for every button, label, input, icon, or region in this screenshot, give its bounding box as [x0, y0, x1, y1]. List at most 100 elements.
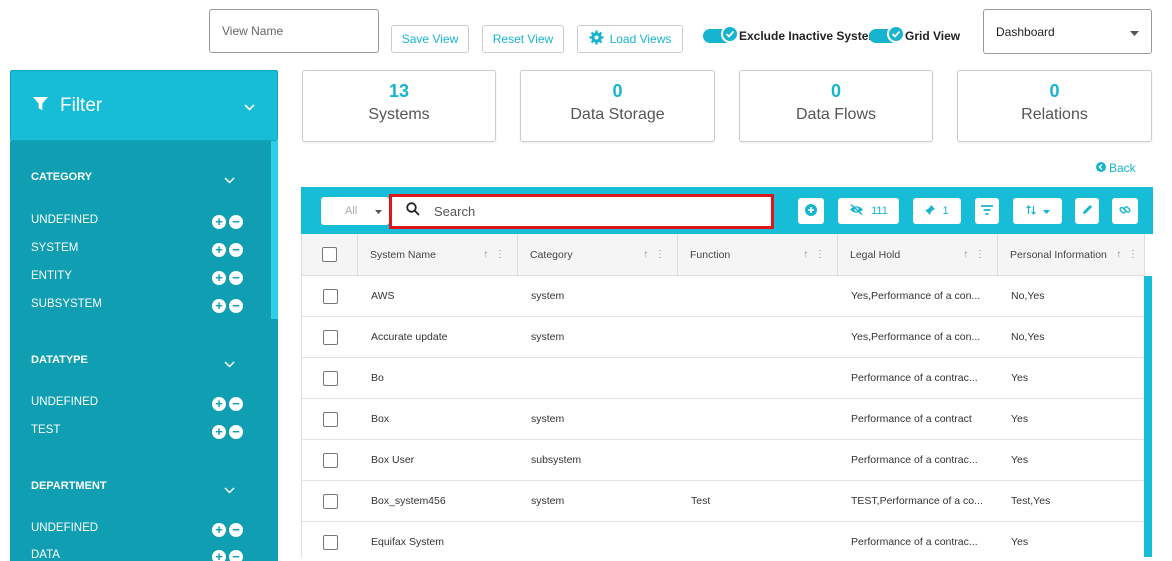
column-header-system-name[interactable]: System Name ↑ ⋮	[358, 234, 518, 275]
stat-card-data-flows[interactable]: 0 Data Flows	[739, 70, 933, 142]
plus-icon[interactable]: +	[212, 397, 226, 411]
legal-hold-cell: Yes,Performance of a con...	[851, 331, 981, 343]
reset-view-button[interactable]: Reset View	[482, 25, 564, 53]
function-cell	[678, 399, 838, 439]
minus-icon[interactable]: −	[229, 523, 243, 537]
plus-icon[interactable]: +	[212, 550, 226, 561]
stat-value: 0	[612, 81, 623, 101]
search-input[interactable]	[434, 204, 734, 219]
legal-hold-cell: Performance of a contract	[851, 413, 972, 425]
load-views-label: Load Views	[609, 32, 672, 46]
table-row[interactable]: Accurate update system Yes,Performance of …	[302, 317, 1145, 358]
gear-icon	[589, 30, 604, 48]
exclude-inactive-label: Exclude Inactive Systems	[739, 29, 886, 43]
grid-view-toggle[interactable]: Grid View	[869, 25, 960, 43]
scope-select[interactable]: All	[321, 197, 389, 225]
select-all-checkbox[interactable]	[322, 247, 337, 262]
plus-icon[interactable]: +	[212, 243, 226, 257]
table-row[interactable]: AWS system Yes,Performance of a con... No,Y…	[302, 276, 1145, 317]
link-button[interactable]	[1112, 198, 1138, 224]
chevron-down-icon[interactable]	[224, 173, 235, 187]
system-name-cell: Box	[371, 413, 390, 425]
plus-icon[interactable]: +	[212, 523, 226, 537]
column-header-label: Personal Information	[1010, 248, 1107, 261]
minus-icon[interactable]: −	[229, 215, 243, 229]
section-title-department: DEPARTMENT	[31, 480, 107, 492]
row-checkbox[interactable]	[322, 452, 338, 468]
search-box[interactable]	[389, 194, 774, 229]
table-row[interactable]: Equifax System Performance of a contrac..…	[302, 522, 1145, 557]
filter-lines-icon	[981, 204, 993, 218]
plus-icon[interactable]: +	[212, 215, 226, 229]
stat-card-systems[interactable]: 13 Systems	[302, 70, 496, 142]
minus-icon[interactable]: −	[229, 243, 243, 257]
row-checkbox[interactable]	[322, 534, 338, 550]
sort-menu-icon[interactable]: ↑ ⋮	[963, 249, 987, 260]
pinned-count: 1	[942, 205, 949, 217]
stat-card-data-storage[interactable]: 0 Data Storage	[520, 70, 715, 142]
plus-icon[interactable]: +	[212, 425, 226, 439]
reset-view-label: Reset View	[492, 32, 554, 46]
sidebar-scrollbar[interactable]	[271, 141, 278, 319]
dashboard-select[interactable]: Dashboard	[983, 9, 1152, 54]
sort-dropdown-button[interactable]	[1013, 198, 1062, 224]
row-checkbox[interactable]	[322, 411, 338, 427]
chevron-down-icon[interactable]	[224, 483, 235, 497]
column-header-legal-hold[interactable]: Legal Hold ↑ ⋮	[838, 234, 998, 275]
column-header-function[interactable]: Function ↑ ⋮	[678, 234, 838, 275]
save-view-button[interactable]: Save View	[391, 25, 469, 53]
stat-label: Systems	[368, 106, 430, 123]
system-name-cell: Bo	[371, 372, 384, 384]
minus-icon[interactable]: −	[229, 550, 243, 561]
sort-menu-icon[interactable]: ↑ ⋮	[643, 249, 667, 260]
minus-icon[interactable]: −	[229, 299, 243, 313]
view-name-input[interactable]	[209, 9, 379, 53]
filter-item-label: UNDEFINED	[31, 214, 99, 226]
filter-header[interactable]: Filter	[10, 70, 278, 141]
back-link[interactable]: Back	[1096, 161, 1136, 175]
dashboard-select-value: Dashboard	[996, 24, 1055, 39]
row-checkbox[interactable]	[322, 288, 338, 304]
row-checkbox[interactable]	[322, 329, 338, 345]
filter-item-label: UNDEFINED	[31, 522, 99, 534]
eye-slash-icon	[849, 203, 864, 218]
minus-icon[interactable]: −	[229, 425, 243, 439]
check-icon	[721, 25, 739, 43]
pinned-columns-button[interactable]: 1	[913, 198, 961, 224]
stat-value: 0	[830, 81, 841, 101]
table-scrollbar[interactable]	[1144, 276, 1152, 557]
legal-hold-cell: TEST,Performance of a co...	[851, 495, 983, 507]
chevron-down-icon	[244, 95, 255, 117]
load-views-button[interactable]: Load Views	[577, 25, 683, 53]
exclude-inactive-toggle[interactable]: Exclude Inactive Systems	[703, 25, 886, 43]
hidden-columns-button[interactable]: 111	[838, 198, 899, 224]
table-header-row: System Name ↑ ⋮ Category ↑ ⋮ Function ↑ ⋮ L…	[302, 234, 1145, 276]
link-icon	[1119, 204, 1131, 219]
minus-icon[interactable]: −	[229, 271, 243, 285]
system-name-cell: Box User	[371, 454, 415, 466]
toggle-switch[interactable]	[869, 25, 905, 43]
add-button[interactable]	[798, 198, 824, 224]
plus-icon[interactable]: +	[212, 299, 226, 313]
filter-item-label: DATA	[31, 549, 60, 561]
stat-card-relations[interactable]: 0 Relations	[957, 70, 1152, 142]
table-row[interactable]: Box system Performance of a contract Yes	[302, 399, 1145, 440]
toggle-switch[interactable]	[703, 25, 739, 43]
row-checkbox[interactable]	[322, 370, 338, 386]
row-checkbox[interactable]	[322, 493, 338, 509]
plus-icon[interactable]: +	[212, 271, 226, 285]
table-row[interactable]: Box_system456 system Test TEST,Performance …	[302, 481, 1145, 522]
sort-menu-icon[interactable]: ↑ ⋮	[483, 249, 507, 260]
chevron-down-icon[interactable]	[224, 357, 235, 371]
sort-menu-icon[interactable]: ↑ ⋮	[803, 249, 827, 260]
column-header-personal-information[interactable]: Personal Information ↑ ⋮	[998, 234, 1145, 275]
function-cell	[678, 358, 838, 398]
column-header-category[interactable]: Category ↑ ⋮	[518, 234, 678, 275]
personal-information-cell: Yes	[1011, 454, 1029, 466]
table-row[interactable]: Box User subsystem Performance of a contra…	[302, 440, 1145, 481]
table-row[interactable]: Bo Performance of a contrac... Yes	[302, 358, 1145, 399]
minus-icon[interactable]: −	[229, 397, 243, 411]
edit-button[interactable]	[1075, 198, 1099, 224]
sort-menu-icon[interactable]: ↑ ⋮	[1116, 249, 1140, 260]
filter-lines-button[interactable]	[975, 198, 999, 224]
